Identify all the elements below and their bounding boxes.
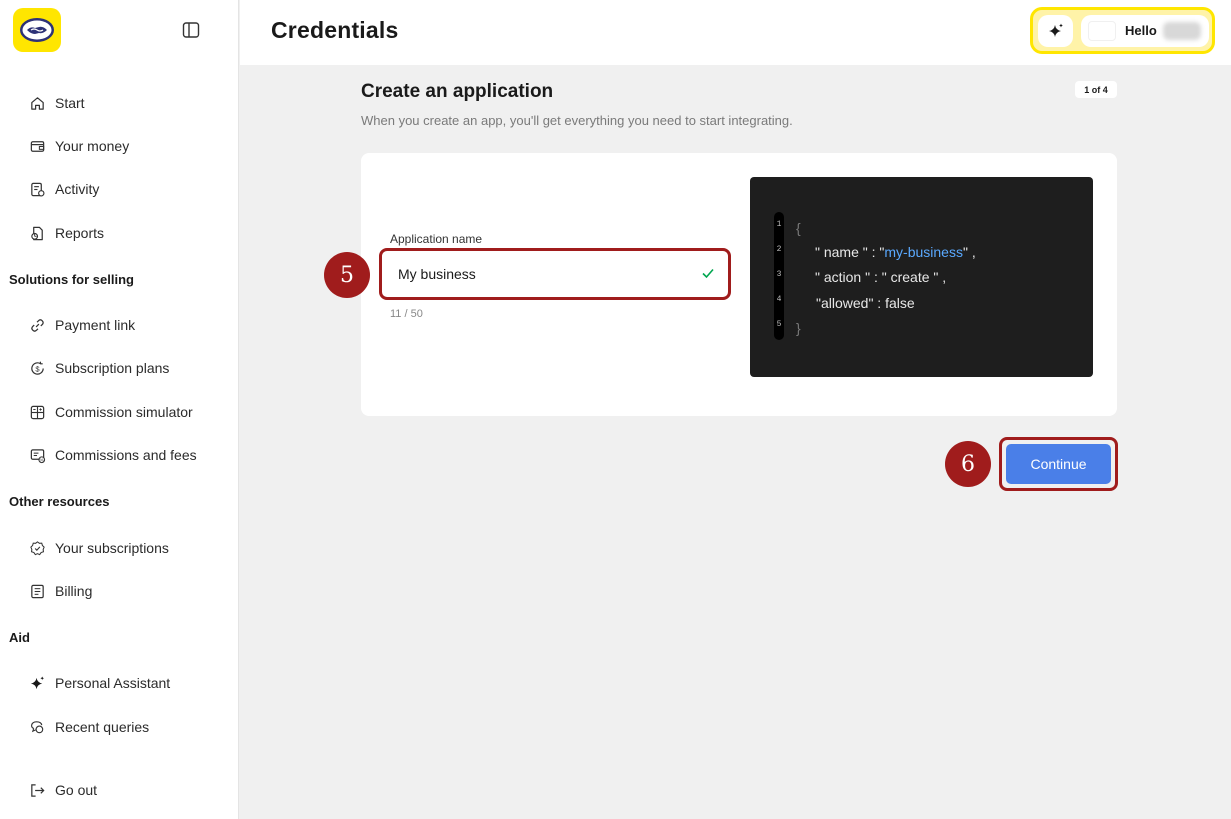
sidebar-item-your-subscriptions[interactable]: Your subscriptions <box>28 537 169 559</box>
activity-icon <box>28 180 46 198</box>
queries-icon <box>28 718 46 736</box>
sidebar-item-label: Your money <box>55 138 130 154</box>
code-line-5: } <box>796 320 801 336</box>
sidebar-item-personal-assistant[interactable]: Personal Assistant <box>28 672 170 694</box>
sparkle-icon <box>1048 23 1063 37</box>
sidebar-item-commission-simulator[interactable]: Commission simulator <box>28 401 193 423</box>
application-name-label: Application name <box>390 232 483 246</box>
sparkle-icon <box>28 674 46 692</box>
step-badge: 1 of 4 <box>1075 81 1117 98</box>
line-number: 1 <box>776 220 782 229</box>
sidebar-item-label: Subscription plans <box>55 360 170 376</box>
sidebar-item-label: Your subscriptions <box>55 540 169 556</box>
section-title-other: Other resources <box>9 494 110 509</box>
sidebar-item-commissions-fees[interactable]: % Commissions and fees <box>28 444 197 466</box>
sidebar-item-label: Commission simulator <box>55 404 193 420</box>
logout-icon <box>28 781 46 799</box>
assistant-button[interactable] <box>1038 15 1073 47</box>
sidebar-item-reports[interactable]: Reports <box>28 222 104 244</box>
billing-icon <box>28 582 46 600</box>
subscription-icon: $ <box>28 359 46 377</box>
sidebar-item-label: Payment link <box>55 317 136 333</box>
application-name-input[interactable] <box>386 255 724 293</box>
user-name-redacted <box>1163 22 1201 40</box>
sidebar-item-label: Go out <box>55 782 98 798</box>
code-line-3: " action " : " create " , <box>815 269 947 285</box>
avatar <box>1088 21 1116 41</box>
sidebar-item-label: Start <box>55 95 85 111</box>
line-number: 2 <box>776 245 782 254</box>
home-icon <box>28 94 46 112</box>
top-header: Credentials Hello <box>240 0 1231 65</box>
user-greeting: Hello <box>1125 23 1157 38</box>
link-icon <box>28 316 46 334</box>
step-marker-5: 5 <box>324 252 370 298</box>
line-number: 3 <box>776 270 782 279</box>
reports-icon <box>28 224 46 242</box>
svg-text:$: $ <box>35 364 40 373</box>
logo[interactable] <box>13 8 61 52</box>
sidebar-item-go-out[interactable]: Go out <box>28 779 97 801</box>
sidebar-item-billing[interactable]: Billing <box>28 580 92 602</box>
header-actions: Hello <box>1030 7 1215 54</box>
sidebar-item-recent-queries[interactable]: Recent queries <box>28 716 149 738</box>
step-subtitle: When you create an app, you'll get every… <box>361 113 793 128</box>
sidebar-item-label: Billing <box>55 583 93 599</box>
application-card: Application name 11 / 50 1 2 3 4 5 { " n… <box>361 153 1117 416</box>
sidebar-item-start[interactable]: Start <box>28 92 85 114</box>
sidebar-item-subscription-plans[interactable]: $ Subscription plans <box>28 357 169 379</box>
section-title-selling: Solutions for selling <box>9 272 134 287</box>
page-title: Credentials <box>271 17 399 43</box>
sidebar-item-label: Activity <box>55 181 100 197</box>
code-line-4: "allowed" : false <box>816 295 915 311</box>
sidebar-item-label: Reports <box>55 225 105 241</box>
continue-button[interactable]: Continue <box>1006 444 1111 484</box>
code-line-end: " , <box>962 244 976 260</box>
sidebar-item-label: Commissions and fees <box>55 447 197 463</box>
calculator-icon <box>28 403 46 421</box>
user-menu-button[interactable]: Hello <box>1081 15 1209 47</box>
handshake-logo-icon <box>20 18 54 42</box>
check-icon <box>702 268 714 279</box>
step-marker-6: 6 <box>945 441 991 487</box>
character-counter: 11 / 50 <box>390 308 423 320</box>
sidebar-item-activity[interactable]: Activity <box>28 178 99 200</box>
sidebar-item-label: Personal Assistant <box>55 675 171 691</box>
line-number-gutter: 1 2 3 4 5 <box>774 212 784 340</box>
continue-highlight: Continue <box>999 437 1118 491</box>
line-number: 4 <box>776 295 782 304</box>
code-line-1: { <box>796 220 801 236</box>
line-number: 5 <box>776 320 782 329</box>
badge-icon <box>28 539 46 557</box>
wallet-icon <box>28 137 46 155</box>
code-string-value: my-business <box>884 244 963 260</box>
sidebar-toggle-icon[interactable] <box>181 20 201 40</box>
step-title: Create an application <box>361 81 554 102</box>
code-line-2: " name " : "my-business" , <box>815 244 976 260</box>
sidebar: Start Your money Activity Reports Soluti… <box>0 0 239 819</box>
section-title-aid: Aid <box>9 630 30 645</box>
code-key: " name " : " <box>815 244 885 260</box>
application-name-highlight <box>379 248 731 300</box>
sidebar-item-payment-link[interactable]: Payment link <box>28 314 135 336</box>
sidebar-item-label: Recent queries <box>55 719 150 735</box>
sidebar-item-your-money[interactable]: Your money <box>28 135 129 157</box>
fees-icon: % <box>28 446 46 464</box>
code-preview: 1 2 3 4 5 { " name " : "my-business" , "… <box>750 177 1093 377</box>
